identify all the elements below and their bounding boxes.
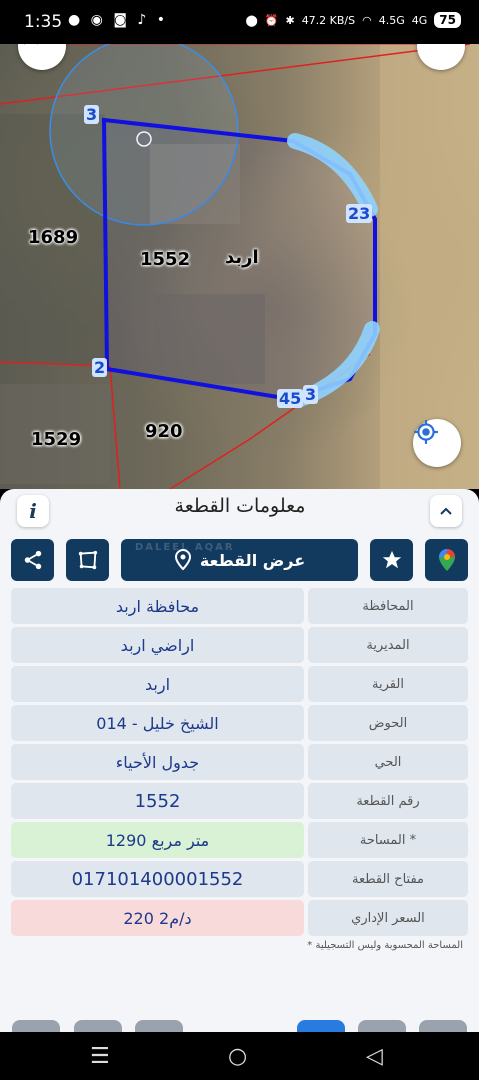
my-location-button[interactable] xyxy=(413,419,461,467)
info-row-neighborhood: جدول الأحياء الحي xyxy=(11,744,468,780)
show-plot-label: عرض القطعة xyxy=(199,550,306,570)
parcel-label: 1529 xyxy=(31,429,82,450)
village-value: اربد xyxy=(11,666,304,702)
status-time: 1:35 xyxy=(24,12,63,32)
parcel-label: 1689 xyxy=(28,227,79,248)
area-footnote: * المساحة المحسوبة وليس التسجيلية xyxy=(307,940,463,951)
network-1: 4.5G xyxy=(378,13,405,27)
plot-key-value: 017101400001552 xyxy=(11,861,304,897)
parcel-line xyxy=(109,365,121,489)
vertex-label: 2 xyxy=(92,358,108,377)
info-row-governorate: محافظة اربد المحافظة xyxy=(11,588,468,624)
message-icon: ● xyxy=(68,12,84,28)
vertex-label: 3 xyxy=(303,385,319,404)
status-bar: 1:35 ● ◉ ◙ ♪ • ⬤ ⏰ ✱ 47.2 KB/S ◠ 4.5G 4G… xyxy=(0,0,479,44)
star-icon xyxy=(23,44,39,45)
tab-stub-active[interactable] xyxy=(297,1020,345,1032)
show-plot-button[interactable]: عرض القطعة DALEEL AQAR xyxy=(121,539,358,581)
notification-icons: ● ◉ ◙ ♪ • xyxy=(68,12,168,28)
info-row-basin: الشيخ خليل - 014 الحوض xyxy=(11,705,468,741)
tab-stub[interactable] xyxy=(358,1020,406,1032)
wifi-icon: ◠ xyxy=(362,13,372,27)
instagram-icon: ◙ xyxy=(113,12,130,28)
info-row-area: 1290 متر مربع المساحة * xyxy=(11,822,468,858)
info-table: محافظة اربد المحافظة اراضي اربد المديرية… xyxy=(11,588,468,939)
info-icon: i xyxy=(29,499,37,523)
village-label: القرية xyxy=(308,666,468,702)
neighborhood-value: جدول الأحياء xyxy=(11,744,304,780)
back-icon[interactable]: ◁ xyxy=(366,1044,383,1069)
tab-stub[interactable] xyxy=(12,1020,60,1032)
area-value: 1290 متر مربع xyxy=(11,822,304,858)
chevron-up-icon xyxy=(440,507,452,515)
neighborhood-label: الحي xyxy=(308,744,468,780)
directorate-label: المديرية xyxy=(308,627,468,663)
dot-icon: • xyxy=(156,12,169,28)
favorite-button[interactable] xyxy=(370,539,413,581)
system-nav-bar: ☰ ○ ◁ xyxy=(0,1032,479,1080)
parcel-label: 920 xyxy=(145,421,183,442)
google-maps-button[interactable] xyxy=(425,539,468,581)
parcel-label: 1552 xyxy=(140,249,191,270)
panel-header: i معلومات القطعة xyxy=(0,489,479,533)
info-row-plot-key: 017101400001552 مفتاح القطعة xyxy=(11,861,468,897)
watermark-text: DALEEL AQAR xyxy=(135,542,235,553)
plot-info-panel: i معلومات القطعة عرض القطعة DALEEL AQAR xyxy=(0,489,479,1032)
admin-price-value: 220 د/م2 xyxy=(11,900,304,936)
tab-stub[interactable] xyxy=(419,1020,467,1032)
crosshair-icon xyxy=(414,420,438,444)
status-right: ⬤ ⏰ ✱ 47.2 KB/S ◠ 4.5G 4G 75 xyxy=(245,12,461,28)
share-button[interactable] xyxy=(11,539,54,581)
google-maps-icon xyxy=(438,549,455,571)
admin-price-label: السعر الإداري xyxy=(308,900,468,936)
info-button[interactable]: i xyxy=(17,495,49,527)
basin-label: الحوض xyxy=(308,705,468,741)
info-row-directorate: اراضي اربد المديرية xyxy=(11,627,468,663)
info-row-admin-price: 220 د/م2 السعر الإداري xyxy=(11,900,468,936)
recents-icon[interactable]: ☰ xyxy=(90,1044,110,1069)
action-bar: عرض القطعة DALEEL AQAR xyxy=(0,539,479,581)
collapse-button[interactable] xyxy=(430,495,462,527)
info-row-plot-number: 1552 رقم القطعة xyxy=(11,783,468,819)
share-icon xyxy=(24,550,41,570)
polygon-icon xyxy=(78,550,97,570)
tab-stub[interactable] xyxy=(74,1020,122,1032)
tiktok-icon: ♪ xyxy=(137,12,150,28)
vertex-label: 3 xyxy=(84,105,100,124)
info-row-village: اربد القرية xyxy=(11,666,468,702)
satellite-map[interactable]: 3 23 2 45 3 1689 1552 اربد 1529 920 xyxy=(0,44,479,489)
tab-stub[interactable] xyxy=(135,1020,183,1032)
bottom-tab-bar xyxy=(0,1020,479,1032)
basin-value: الشيخ خليل - 014 xyxy=(11,705,304,741)
battery-indicator: 75 xyxy=(434,12,461,28)
vertex-label: 45 xyxy=(277,389,304,408)
bluetooth-icon: ✱ xyxy=(285,13,295,27)
panel-title: معلومات القطعة xyxy=(174,495,306,517)
vertex-label: 23 xyxy=(346,204,373,223)
area-label: المساحة * xyxy=(308,822,468,858)
measure-area-button[interactable] xyxy=(66,539,109,581)
star-icon xyxy=(382,550,401,569)
governorate-label: المحافظة xyxy=(308,588,468,624)
governorate-value: محافظة اربد xyxy=(11,588,304,624)
parcel-label: اربد xyxy=(225,247,259,268)
location-icon: ⬤ xyxy=(245,13,258,27)
plot-number-value: 1552 xyxy=(11,783,304,819)
home-icon[interactable]: ○ xyxy=(228,1044,247,1069)
plot-number-label: رقم القطعة xyxy=(308,783,468,819)
chat-icon: ◉ xyxy=(90,12,106,28)
net-speed: 47.2 KB/S xyxy=(301,13,356,27)
directorate-value: اراضي اربد xyxy=(11,627,304,663)
alarm-icon: ⏰ xyxy=(264,13,279,27)
network-2: 4G xyxy=(411,13,428,27)
plot-key-label: مفتاح القطعة xyxy=(308,861,468,897)
